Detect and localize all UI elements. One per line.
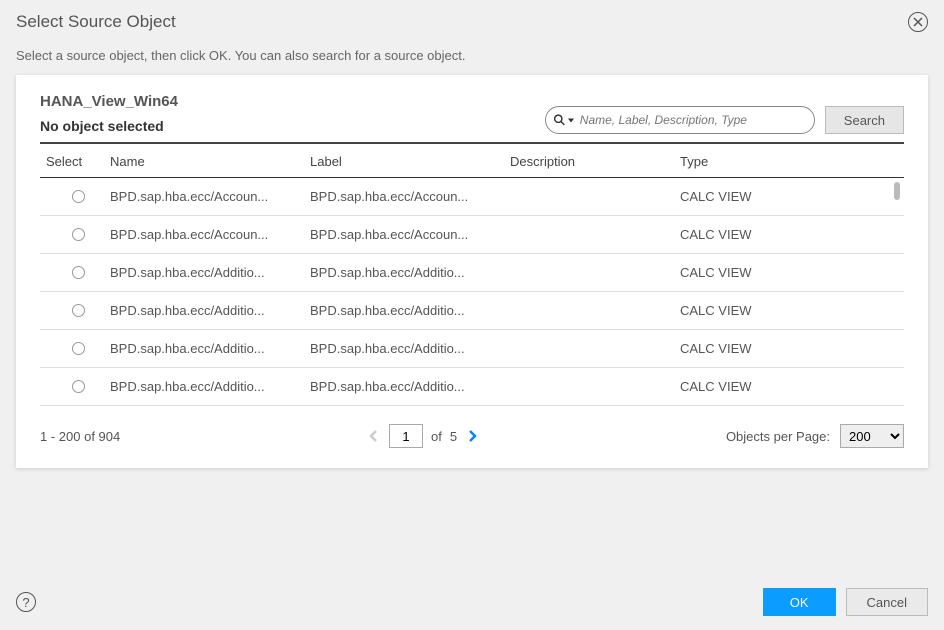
row-type: CALC VIEW xyxy=(680,189,904,204)
page-number-input[interactable] xyxy=(389,424,423,448)
search-area: Search xyxy=(545,106,904,134)
cancel-button[interactable]: Cancel xyxy=(846,588,928,616)
search-icon xyxy=(553,114,566,127)
row-label: BPD.sap.hba.ecc/Accoun... xyxy=(310,189,510,204)
table-row[interactable]: BPD.sap.hba.ecc/Additio... BPD.sap.hba.e… xyxy=(40,254,904,292)
row-name: BPD.sap.hba.ecc/Additio... xyxy=(110,265,310,280)
row-name: BPD.sap.hba.ecc/Additio... xyxy=(110,379,310,394)
dialog-instruction: Select a source object, then click OK. Y… xyxy=(0,40,944,75)
row-label: BPD.sap.hba.ecc/Additio... xyxy=(310,379,510,394)
scrollbar-thumb[interactable] xyxy=(894,182,900,200)
row-type: CALC VIEW xyxy=(680,379,904,394)
col-header-description: Description xyxy=(510,154,680,169)
row-name: BPD.sap.hba.ecc/Accoun... xyxy=(110,189,310,204)
source-name: HANA_View_Win64 xyxy=(40,93,178,110)
row-type: CALC VIEW xyxy=(680,303,904,318)
row-type: CALC VIEW xyxy=(680,265,904,280)
col-header-label: Label xyxy=(310,154,510,169)
row-label: BPD.sap.hba.ecc/Additio... xyxy=(310,303,510,318)
col-header-select: Select xyxy=(40,154,110,169)
selection-status: No object selected xyxy=(40,118,178,134)
row-name: BPD.sap.hba.ecc/Additio... xyxy=(110,303,310,318)
per-page-label: Objects per Page: xyxy=(726,429,830,444)
table-row[interactable]: BPD.sap.hba.ecc/Accoun... BPD.sap.hba.ec… xyxy=(40,178,904,216)
help-icon: ? xyxy=(22,595,29,610)
row-radio[interactable] xyxy=(72,342,85,355)
close-button[interactable] xyxy=(908,12,928,32)
of-label: of xyxy=(431,429,442,444)
table-header: Select Name Label Description Type xyxy=(40,144,904,178)
table-row[interactable]: BPD.sap.hba.ecc/Additio... BPD.sap.hba.e… xyxy=(40,368,904,406)
row-radio[interactable] xyxy=(72,228,85,241)
pagination-range: 1 - 200 of 904 xyxy=(40,429,120,444)
ok-button[interactable]: OK xyxy=(763,588,836,616)
prev-page-button[interactable] xyxy=(367,429,381,443)
col-header-type: Type xyxy=(680,154,904,169)
next-page-button[interactable] xyxy=(465,429,479,443)
pagination-bar: 1 - 200 of 904 of 5 Objects per Page: 20… xyxy=(40,406,904,452)
row-label: BPD.sap.hba.ecc/Additio... xyxy=(310,341,510,356)
row-radio[interactable] xyxy=(72,190,85,203)
select-source-dialog: Select Source Object Select a source obj… xyxy=(0,0,944,630)
col-header-name: Name xyxy=(110,154,310,169)
dialog-header: Select Source Object xyxy=(0,0,944,40)
table-body[interactable]: BPD.sap.hba.ecc/Accoun... BPD.sap.hba.ec… xyxy=(40,178,904,406)
help-button[interactable]: ? xyxy=(16,592,36,612)
table-row[interactable]: BPD.sap.hba.ecc/Additio... BPD.sap.hba.e… xyxy=(40,330,904,368)
row-label: BPD.sap.hba.ecc/Accoun... xyxy=(310,227,510,242)
main-panel: HANA_View_Win64 No object selected Searc… xyxy=(16,75,928,468)
row-radio[interactable] xyxy=(72,304,85,317)
search-button[interactable]: Search xyxy=(825,106,904,134)
chevron-left-icon xyxy=(367,429,381,443)
per-page-select[interactable]: 200 xyxy=(840,424,904,448)
chevron-right-icon xyxy=(465,429,479,443)
panel-top: HANA_View_Win64 No object selected Searc… xyxy=(40,93,904,134)
search-filter-dropdown[interactable] xyxy=(553,114,574,127)
table-row[interactable]: BPD.sap.hba.ecc/Accoun... BPD.sap.hba.ec… xyxy=(40,216,904,254)
total-pages: 5 xyxy=(450,429,457,444)
row-radio[interactable] xyxy=(72,266,85,279)
table-row[interactable]: BPD.sap.hba.ecc/Additio... BPD.sap.hba.e… xyxy=(40,292,904,330)
dialog-footer: ? OK Cancel xyxy=(16,588,928,616)
row-label: BPD.sap.hba.ecc/Additio... xyxy=(310,265,510,280)
row-type: CALC VIEW xyxy=(680,341,904,356)
row-type: CALC VIEW xyxy=(680,227,904,242)
search-input[interactable] xyxy=(545,106,815,134)
close-icon xyxy=(913,17,923,27)
row-name: BPD.sap.hba.ecc/Additio... xyxy=(110,341,310,356)
chevron-down-icon xyxy=(568,118,574,122)
row-radio[interactable] xyxy=(72,380,85,393)
row-name: BPD.sap.hba.ecc/Accoun... xyxy=(110,227,310,242)
dialog-title: Select Source Object xyxy=(16,12,176,32)
